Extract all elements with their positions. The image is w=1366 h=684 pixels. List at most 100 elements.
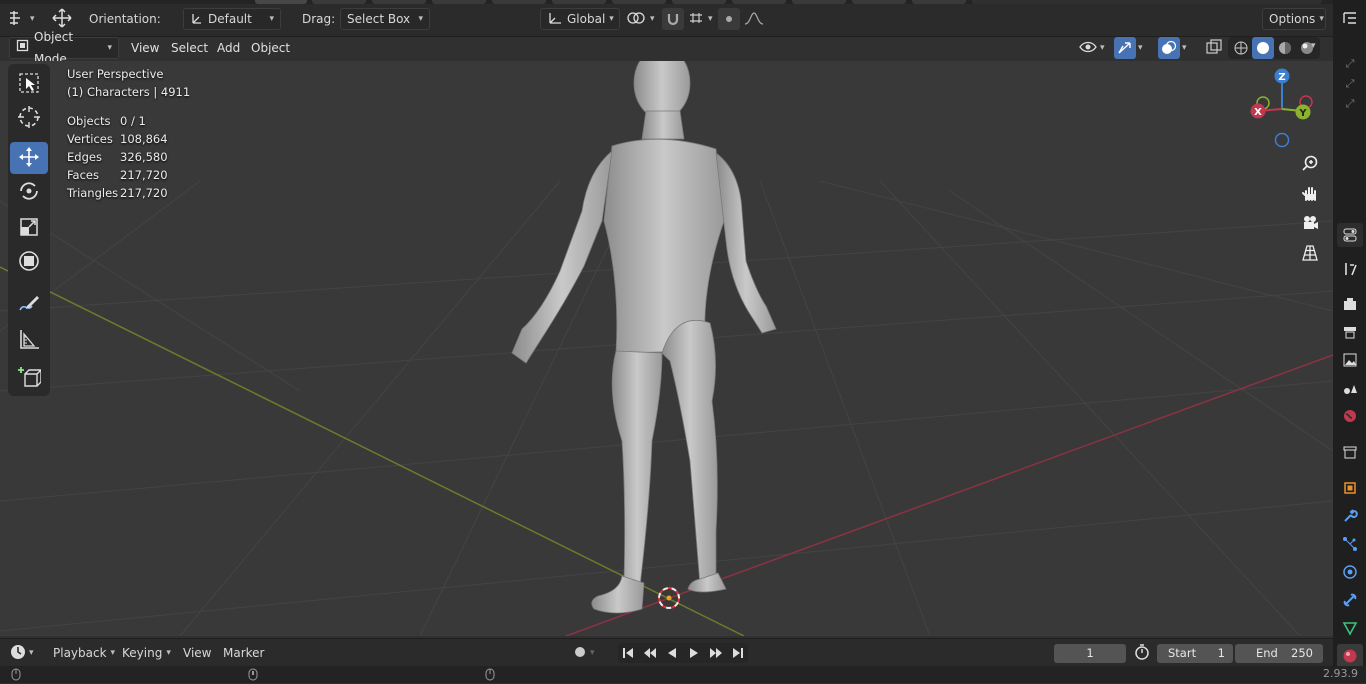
scene-selector[interactable] xyxy=(972,0,1322,4)
mode-dropdown[interactable]: Object Mode ▾ xyxy=(9,30,119,66)
collection-properties-tab-icon[interactable] xyxy=(1337,440,1363,464)
auto-keying-toggle[interactable]: ▾ xyxy=(574,643,595,663)
tool-transform[interactable] xyxy=(10,246,48,278)
menu-object[interactable]: Object xyxy=(245,37,296,59)
render-properties-tab-icon[interactable] xyxy=(1337,292,1363,316)
outliner-editor-icon[interactable] xyxy=(1337,6,1363,30)
stat-edges-value: 326,580 xyxy=(120,150,168,164)
tool-rotate[interactable] xyxy=(10,176,48,208)
mouse-middle-icon xyxy=(248,668,258,684)
tool-cursor[interactable] xyxy=(10,102,48,134)
modifier-properties-tab-icon[interactable] xyxy=(1337,504,1363,528)
output-properties-tab-icon[interactable] xyxy=(1337,320,1363,344)
material-properties-tab-icon[interactable] xyxy=(1337,644,1363,668)
play-icon[interactable] xyxy=(684,642,704,664)
solid-shading-icon[interactable] xyxy=(1252,37,1274,59)
3d-viewport[interactable]: User Perspective (1) Characters | 4911 O… xyxy=(0,61,1333,636)
previous-keyframe-icon[interactable] xyxy=(640,642,660,664)
start-frame-label: Start xyxy=(1168,646,1197,660)
camera-view-icon[interactable] xyxy=(1297,210,1323,236)
marker-menu[interactable]: Marker xyxy=(223,643,264,663)
keying-menu[interactable]: Keying ▾ xyxy=(122,643,171,663)
jump-to-end-icon[interactable] xyxy=(728,642,748,664)
constraints-properties-tab-icon[interactable] xyxy=(1337,588,1363,612)
overlays-toggle[interactable]: ▾ xyxy=(1158,37,1187,59)
workspace-tab[interactable] xyxy=(492,0,546,4)
properties-editor-type-icon[interactable] xyxy=(1337,223,1363,247)
workspace-tab-layout[interactable] xyxy=(255,0,307,4)
shading-options-chevron-icon[interactable]: ▾ xyxy=(1311,41,1316,51)
proportional-editing-toggle[interactable] xyxy=(718,8,764,30)
play-reverse-icon[interactable] xyxy=(662,642,682,664)
pivot-icon xyxy=(626,10,646,29)
visibility-dropdown[interactable]: ▾ xyxy=(1078,37,1105,59)
eye-icon xyxy=(1078,39,1098,58)
scene-properties-tab-icon[interactable] xyxy=(1337,376,1363,400)
menu-select[interactable]: Select xyxy=(165,37,214,59)
tool-select-box[interactable] xyxy=(10,68,48,100)
particles-properties-tab-icon[interactable] xyxy=(1337,532,1363,556)
wireframe-shading-icon[interactable] xyxy=(1230,37,1252,59)
workspace-tab[interactable] xyxy=(312,0,366,4)
chevron-down-icon: ▾ xyxy=(1319,14,1324,24)
options-dropdown[interactable]: Options ▾ xyxy=(1262,8,1326,30)
world-properties-tab-icon[interactable] xyxy=(1337,404,1363,428)
timeline-view-menu[interactable]: View xyxy=(183,643,211,663)
drag-value: Select Box xyxy=(347,12,411,26)
record-icon xyxy=(574,646,586,661)
viewport-header: Object Mode ▾ View Select Add Object ▾ ▾… xyxy=(0,30,1333,66)
tool-scale[interactable] xyxy=(10,212,48,244)
object-properties-tab-icon[interactable] xyxy=(1337,476,1363,500)
current-frame-field[interactable]: 1 xyxy=(1054,644,1126,663)
menu-add[interactable]: Add xyxy=(211,37,246,59)
menu-view[interactable]: View xyxy=(125,37,165,59)
end-frame-field[interactable]: End 250 xyxy=(1235,644,1323,663)
tool-measure[interactable] xyxy=(10,324,48,356)
editor-type-icon xyxy=(8,10,26,29)
transform-orientation-dropdown[interactable]: Global ▾ xyxy=(540,8,620,30)
tool-move[interactable] xyxy=(10,142,48,174)
pan-hand-icon[interactable] xyxy=(1297,180,1323,206)
xray-toggle[interactable] xyxy=(1205,37,1223,59)
physics-properties-tab-icon[interactable] xyxy=(1337,560,1363,584)
snap-toggle[interactable]: ▾ xyxy=(662,8,713,30)
workspace-tab[interactable] xyxy=(792,0,846,4)
tool-add-cube[interactable] xyxy=(10,362,48,394)
playback-menu[interactable]: Playback ▾ xyxy=(53,643,115,663)
properties-editor-strip: ⤢ ⤢ ⤢ xyxy=(1333,0,1366,668)
jump-to-start-icon[interactable] xyxy=(618,642,638,664)
workspace-tab[interactable] xyxy=(612,0,666,4)
preview-range-toggle[interactable] xyxy=(1133,643,1151,663)
data-properties-tab-icon[interactable] xyxy=(1337,616,1363,640)
pivot-point-dropdown[interactable]: ▾ xyxy=(626,8,655,30)
3d-cursor[interactable] xyxy=(658,587,680,609)
workspace-tab[interactable] xyxy=(852,0,906,4)
chevron-down-icon: ▾ xyxy=(650,14,655,24)
transform-icon xyxy=(17,249,41,276)
editor-type-button[interactable]: ▾ xyxy=(8,8,35,30)
start-frame-field[interactable]: Start 1 xyxy=(1157,644,1233,663)
workspace-tab[interactable] xyxy=(432,0,486,4)
tool-annotate[interactable] xyxy=(10,288,48,320)
sidebar-tab-arrow-icon[interactable]: ⤢ xyxy=(1337,92,1363,116)
drag-label: Drag: xyxy=(302,12,336,26)
timeline-editor-type-button[interactable]: ▾ xyxy=(9,643,34,663)
workspace-tab[interactable] xyxy=(672,0,726,4)
zoom-icon[interactable] xyxy=(1297,150,1323,176)
workspace-tab[interactable] xyxy=(912,0,966,4)
next-keyframe-icon[interactable] xyxy=(706,642,726,664)
workspace-tab[interactable] xyxy=(552,0,606,4)
tool-properties-tab-icon[interactable] xyxy=(1337,257,1363,281)
clock-icon xyxy=(9,643,27,664)
workspace-tab[interactable] xyxy=(732,0,786,4)
navigation-gizmo[interactable]: Z X Y xyxy=(1242,65,1322,151)
workspace-tab[interactable] xyxy=(372,0,426,4)
material-shading-icon[interactable] xyxy=(1274,37,1296,59)
orientation-dropdown[interactable]: Default ▾ xyxy=(183,8,281,30)
view-layer-properties-tab-icon[interactable] xyxy=(1337,348,1363,372)
gizmo-toggle[interactable]: ▾ xyxy=(1114,37,1143,59)
drag-dropdown[interactable]: Select Box ▾ xyxy=(340,8,430,30)
stat-triangles-label: Triangles xyxy=(67,186,119,200)
character-model[interactable] xyxy=(511,61,777,614)
perspective-grid-icon[interactable] xyxy=(1297,240,1323,266)
